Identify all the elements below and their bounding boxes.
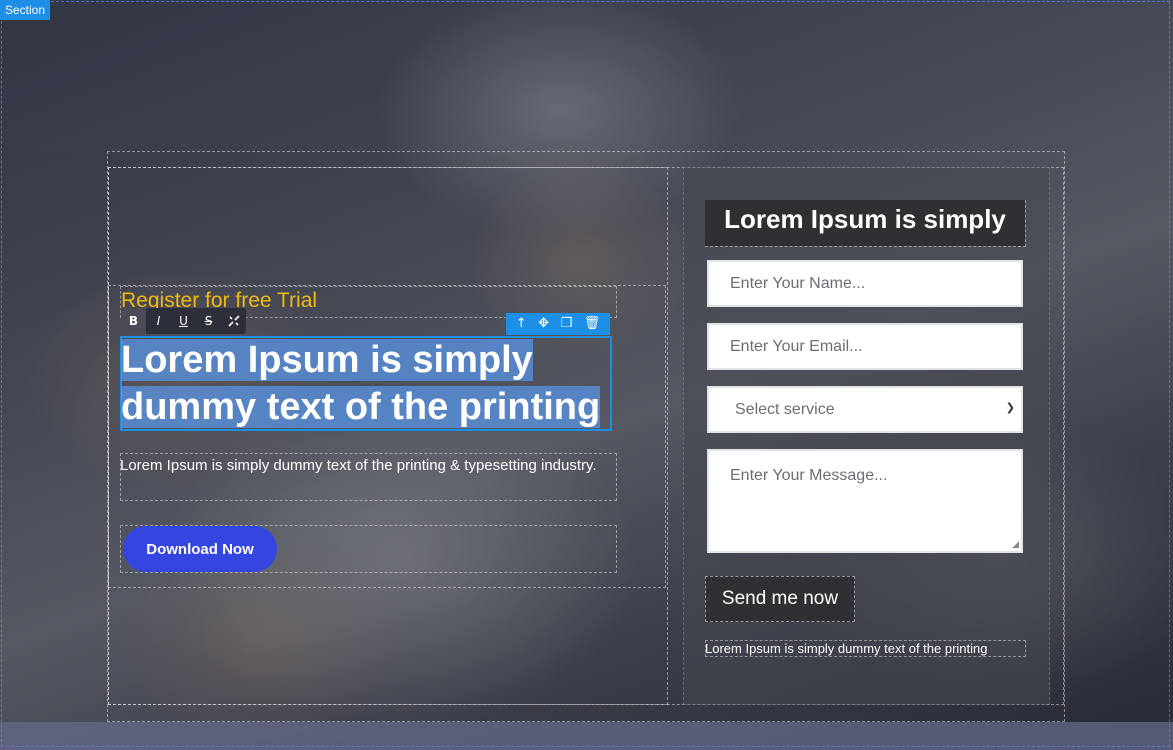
message-placeholder: Enter Your Message... xyxy=(730,467,888,484)
form-title: Lorem Ipsum is simply xyxy=(705,200,1025,246)
service-select[interactable]: Select service ❯ xyxy=(707,386,1023,433)
send-me-now-button[interactable]: Send me now xyxy=(705,576,855,622)
strikethrough-button[interactable]: S xyxy=(196,308,221,334)
email-placeholder: Enter Your Email... xyxy=(730,337,863,355)
unlink-icon[interactable] xyxy=(221,308,246,334)
hero-description: Lorem Ipsum is simply dummy text of the … xyxy=(120,457,597,474)
element-toolbar: ↑ ✥ ❐ 🗑 xyxy=(506,313,610,335)
name-placeholder: Enter Your Name... xyxy=(730,274,866,292)
headline-line-1: Lorem Ipsum is simply xyxy=(121,339,533,381)
download-now-button[interactable]: Download Now xyxy=(123,526,277,572)
underline-button[interactable]: U xyxy=(171,308,196,334)
headline-line-2: dummy text of the printing xyxy=(121,386,601,428)
bold-button[interactable]: B xyxy=(121,308,146,334)
arrow-up-icon[interactable]: ↑ xyxy=(516,317,527,331)
section-tag[interactable]: Section xyxy=(0,0,51,20)
text-format-toolbar: B I U S xyxy=(121,308,246,334)
move-icon[interactable]: ✥ xyxy=(538,317,549,331)
form-footer-text: Lorem Ipsum is simply dummy text of the … xyxy=(705,641,988,656)
italic-button[interactable]: I xyxy=(146,308,171,334)
chevron-down-icon: ❯ xyxy=(1005,401,1015,414)
email-input[interactable]: Enter Your Email... xyxy=(707,323,1023,370)
message-textarea[interactable]: Enter Your Message... ◢ xyxy=(707,449,1023,553)
resize-handle-icon[interactable]: ◢ xyxy=(1012,540,1019,550)
service-selected-value: Select service xyxy=(735,400,835,418)
form-panel xyxy=(683,167,1050,705)
trash-icon[interactable]: 🗑 xyxy=(584,317,601,331)
name-input[interactable]: Enter Your Name... xyxy=(707,260,1023,307)
hero-headline[interactable]: Lorem Ipsum is simply dummy text of the … xyxy=(121,337,621,431)
clone-icon[interactable]: ❐ xyxy=(561,317,573,331)
